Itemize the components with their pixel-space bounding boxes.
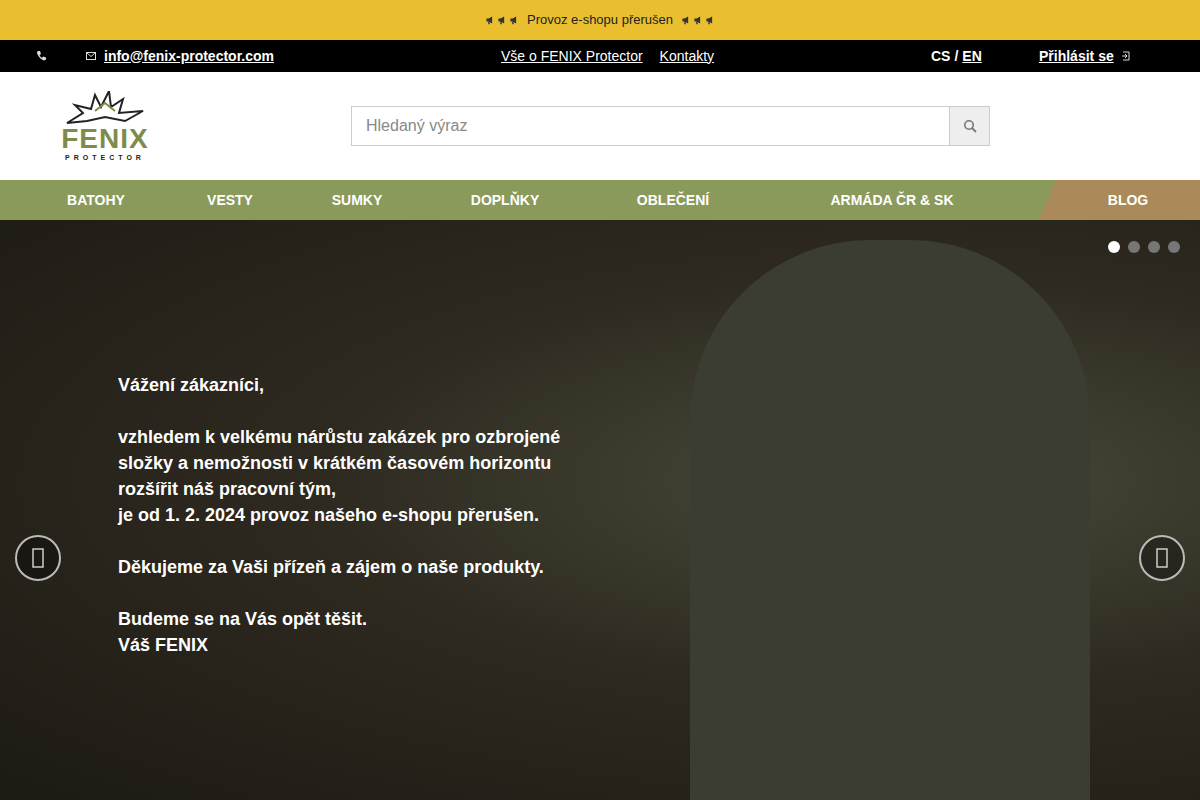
language-option[interactable]: CS <box>931 46 950 67</box>
slide-line: je od 1. 2. 2024 provoz našeho e-shopu p… <box>118 502 560 528</box>
nav-item[interactable]: VESTY <box>156 180 304 220</box>
login-text: Přihlásit se <box>1039 46 1114 67</box>
login-link[interactable]: Přihlásit se <box>1039 46 1130 67</box>
slide-line: Vážení zákazníci, <box>118 372 560 398</box>
slide-line: Váš FENIX <box>118 632 560 658</box>
slider-prev-button[interactable] <box>15 535 61 581</box>
slider-dot[interactable] <box>1168 241 1180 253</box>
fenix-bird-icon <box>65 91 145 125</box>
slide-paragraph: Vážení zákazníci, <box>118 372 560 398</box>
slide-line: složky a nemožnosti v krátkém časovém ho… <box>118 450 560 476</box>
slider-dot[interactable] <box>1128 241 1140 253</box>
search-button[interactable] <box>950 106 990 146</box>
slide-line: Děkujeme za Vaši přízeň a zájem o naše p… <box>118 554 560 580</box>
top-links: Vše o FENIX Protector Kontakty <box>501 46 931 67</box>
site-header: FENIXPROTECTOR <box>0 72 1200 180</box>
slide-line: Budeme se na Vás opět těšit. <box>118 606 560 632</box>
notice-banner: Provoz e-shopu přerušen <box>0 0 1200 40</box>
login-icon <box>1122 51 1130 61</box>
hero-figure <box>690 240 1090 800</box>
slide-paragraph: Budeme se na Vás opět těšit.Váš FENIX <box>118 606 560 658</box>
megaphone-icon <box>681 14 691 26</box>
megaphone-icon <box>485 14 495 26</box>
slider-dot[interactable] <box>1148 241 1160 253</box>
nav-item[interactable]: DOPLŇKY <box>410 180 600 220</box>
megaphone-icon <box>693 14 703 26</box>
info-link[interactable]: Vše o FENIX Protector <box>501 46 643 67</box>
slider-dots <box>1108 241 1180 253</box>
nav-item[interactable]: ARMÁDA ČR & SK <box>746 180 1038 220</box>
slide-line: rozšířit náš pracovní tým, <box>118 476 560 502</box>
slide-paragraph: Děkujeme za Vaši přízeň a zájem o naše p… <box>118 554 560 580</box>
search-bar <box>351 106 990 146</box>
nav-item[interactable]: SUMKY <box>304 180 410 220</box>
site-logo[interactable]: FENIXPROTECTOR <box>54 91 156 162</box>
top-contacts: info@fenix-protector.com <box>36 46 476 67</box>
slider-next-button[interactable] <box>1139 535 1185 581</box>
language-switch: CS/EN <box>931 46 1039 67</box>
megaphone-icon <box>509 14 519 26</box>
arrow-left-icon <box>32 548 44 568</box>
email-link[interactable]: info@fenix-protector.com <box>86 46 274 67</box>
megaphone-icon <box>497 14 507 26</box>
top-bar: info@fenix-protector.com Vše o FENIX Prot… <box>0 40 1200 72</box>
slide-line: vzhledem k velkému nárůstu zakázek pro o… <box>118 424 560 450</box>
info-link[interactable]: Kontakty <box>660 46 714 67</box>
slide-paragraph: vzhledem k velkému nárůstu zakázek pro o… <box>118 424 560 528</box>
nav-item[interactable]: BATOHY <box>36 180 156 220</box>
banner-icons-left <box>485 14 519 26</box>
nav-item[interactable]: BLOG <box>1038 180 1200 220</box>
search-icon <box>963 119 977 133</box>
slide-text: Vážení zákazníci, vzhledem k velkému nárů… <box>118 372 560 658</box>
hero-slider: Vážení zákazníci, vzhledem k velkému nárů… <box>0 220 1200 800</box>
email-text: info@fenix-protector.com <box>104 46 274 67</box>
megaphone-icon <box>705 14 715 26</box>
language-option[interactable]: EN <box>962 46 981 67</box>
language-separator: / <box>954 46 958 67</box>
arrow-right-icon <box>1156 548 1168 568</box>
phone-icon <box>36 50 46 62</box>
search-input[interactable] <box>351 106 950 146</box>
banner-icons-right <box>681 14 715 26</box>
envelope-icon <box>86 52 96 60</box>
logo-subtitle: PROTECTOR <box>65 153 145 162</box>
main-nav: BATOHYVESTYSUMKYDOPLŇKYOBLEČENÍARMÁDA ČR… <box>0 180 1200 220</box>
banner-text: Provoz e-shopu přerušen <box>527 10 673 30</box>
nav-item[interactable]: OBLEČENÍ <box>600 180 746 220</box>
slider-dot[interactable] <box>1108 241 1120 253</box>
logo-name: FENIX <box>61 125 148 153</box>
